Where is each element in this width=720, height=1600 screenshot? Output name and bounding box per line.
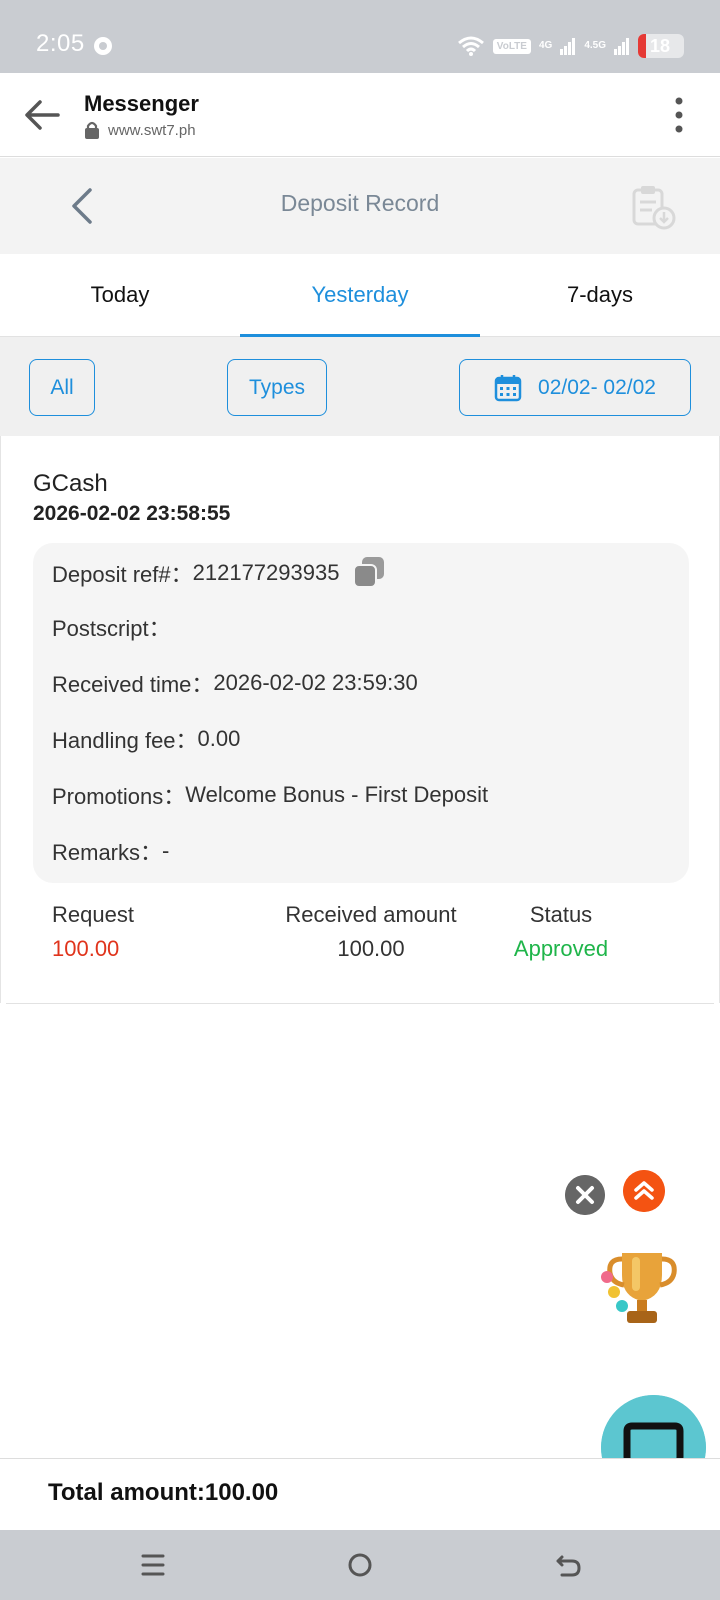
page-header: Deposit Record: [0, 158, 720, 254]
remarks-label: Remarks：: [52, 840, 163, 865]
filter-bar: All Types 02/02- 02/02: [0, 337, 720, 436]
system-nav-bar: [0, 1530, 720, 1600]
browser-url-row: www.swt7.ph: [84, 121, 196, 139]
lock-icon: [85, 121, 99, 139]
more-options-icon[interactable]: [674, 97, 684, 133]
scroll-to-top-icon[interactable]: [623, 1170, 665, 1212]
tab-today[interactable]: Today: [0, 254, 240, 336]
date-range-button[interactable]: 02/02- 02/02: [459, 359, 691, 416]
remarks-value: -: [162, 838, 170, 863]
total-amount: Total amount:100.00: [48, 1479, 279, 1506]
deposit-ref-row: Deposit ref#： 212177293935: [52, 555, 387, 591]
network-4g-label: 4G: [538, 40, 553, 51]
deposit-ref-label: Deposit ref#：: [52, 562, 193, 587]
status-label: Status: [529, 902, 593, 927]
received-time-row: Received time： 2026-02-02 23:59:30: [52, 667, 418, 699]
status-icons: VoLTE 4G 4.5G 18: [457, 32, 684, 60]
promotions-value: Welcome Bonus - First Deposit: [185, 782, 489, 807]
page-title: Deposit Record: [280, 190, 440, 216]
trophy-icon[interactable]: [600, 1245, 682, 1329]
payment-method: GCash: [33, 470, 108, 497]
tab-7-days[interactable]: 7-days: [480, 254, 720, 336]
request-summary: Request 100.00: [52, 902, 134, 962]
date-range-label: 02/02- 02/02: [538, 375, 656, 399]
battery-icon: 18: [638, 34, 684, 58]
all-filter-button[interactable]: All: [29, 359, 95, 416]
remarks-row: Remarks： -: [52, 835, 169, 867]
total-bar: Total amount:100.00: [0, 1458, 720, 1530]
chrome-icon: [94, 37, 112, 55]
back-arrow-icon[interactable]: [22, 95, 62, 135]
handling-fee-row: Handling fee： 0.00: [52, 723, 240, 755]
promotions-label: Promotions：: [52, 784, 186, 809]
divider: [6, 1003, 714, 1004]
close-icon[interactable]: [565, 1175, 605, 1215]
received-amount-summary: Received amount 100.00: [271, 902, 471, 962]
tab-yesterday[interactable]: Yesterday: [240, 254, 480, 337]
record-time: 2026-02-02 23:58:55: [33, 502, 231, 525]
signal-icon: [560, 38, 576, 55]
home-icon[interactable]: [345, 1550, 375, 1580]
request-value: 100.00: [52, 936, 120, 961]
battery-level: 18: [650, 36, 671, 56]
clipboard-record-icon[interactable]: [630, 184, 676, 230]
status-badge: Approved: [513, 936, 609, 961]
wifi-icon: [457, 36, 484, 56]
received-amount-value: 100.00: [337, 936, 405, 961]
promotions-row: Promotions： Welcome Bonus - First Deposi…: [52, 779, 488, 811]
recent-apps-icon[interactable]: [138, 1550, 168, 1580]
record-details: Deposit ref#： 212177293935 Postscript： R…: [33, 543, 689, 883]
browser-title: Messenger: [84, 91, 199, 116]
status-time: 2:05: [36, 30, 85, 57]
all-filter-label: All: [50, 375, 74, 399]
copy-icon[interactable]: [351, 555, 387, 591]
handling-fee-value: 0.00: [197, 726, 241, 751]
received-time-value: 2026-02-02 23:59:30: [213, 670, 418, 695]
calendar-icon: [494, 374, 522, 401]
volte-badge: VoLTE: [492, 38, 531, 54]
handling-fee-label: Handling fee：: [52, 728, 198, 753]
types-filter-label: Types: [248, 375, 306, 399]
request-label: Request: [52, 902, 134, 927]
postscript-row: Postscript：: [52, 611, 171, 643]
deposit-record-card[interactable]: GCash 2026-02-02 23:58:55 Deposit ref#： …: [0, 436, 720, 1003]
signal-icon-2: [614, 38, 629, 55]
deposit-ref-value: 212177293935: [192, 560, 340, 585]
received-amount-label: Received amount: [285, 902, 457, 927]
types-filter-button[interactable]: Types: [227, 359, 327, 416]
status-summary: Status Approved: [501, 902, 621, 962]
back-icon[interactable]: [553, 1550, 583, 1580]
browser-toolbar: Messenger www.swt7.ph: [0, 73, 720, 157]
postscript-label: Postscript：: [52, 616, 171, 641]
received-time-label: Received time：: [52, 672, 214, 697]
browser-url: www.swt7.ph: [108, 121, 196, 139]
network-45g-label: 4.5G: [584, 40, 606, 51]
period-tabs: Today Yesterday 7-days: [0, 254, 720, 337]
status-bar: 2:05 VoLTE 4G 4.5G 18: [0, 0, 720, 73]
